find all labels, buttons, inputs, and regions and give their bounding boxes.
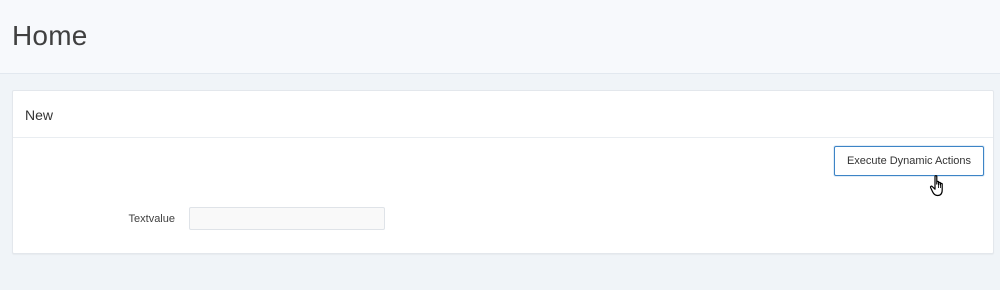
execute-dynamic-actions-button[interactable]: Execute Dynamic Actions <box>834 146 984 176</box>
new-region: New Execute Dynamic Actions Textvalue <box>12 90 994 254</box>
textvalue-label: Textvalue <box>128 213 175 225</box>
region-header: New <box>13 91 993 138</box>
hand-pointer-icon <box>929 174 949 198</box>
page-header: Home <box>0 0 1000 74</box>
textvalue-input[interactable] <box>189 207 385 230</box>
region-title: New <box>25 107 54 123</box>
page-title: Home <box>12 20 88 51</box>
